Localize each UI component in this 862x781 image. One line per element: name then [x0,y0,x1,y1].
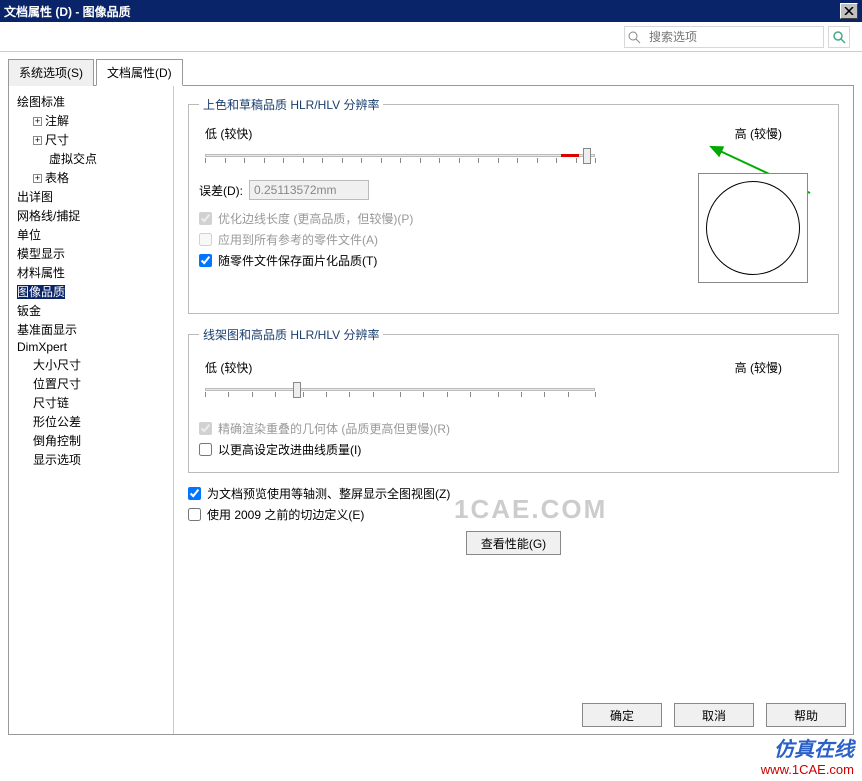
tree-display-opts[interactable]: 显示选项 [13,450,169,469]
chk-optimize-edge [199,212,212,225]
tab-system-options[interactable]: 系统选项(S) [8,59,94,86]
deviation-input [249,180,369,200]
body-panel: 绘图标准 +注解 +尺寸 虚拟交点 +表格 出详图 网格线/捕捉 单位 模型显示… [8,85,854,735]
help-button[interactable]: 帮助 [766,703,846,727]
tree-plane-display[interactable]: 基准面显示 [13,320,169,339]
tree-virtual-sharps[interactable]: 虚拟交点 [13,149,169,168]
close-icon [844,7,854,15]
chk-save-tessellation[interactable] [199,254,212,267]
slider2-high-label: 高 (较慢) [735,359,782,376]
tree-model-display[interactable]: 模型显示 [13,244,169,263]
tab-bar: 系统选项(S) 文档属性(D) [8,58,862,85]
view-performance-button[interactable]: 查看性能(G) [466,531,561,555]
category-tree[interactable]: 绘图标准 +注解 +尺寸 虚拟交点 +表格 出详图 网格线/捕捉 单位 模型显示… [9,86,174,734]
chk-pre2009-tangent[interactable] [188,508,201,521]
tree-size-dim[interactable]: 大小尺寸 [13,355,169,374]
tree-units[interactable]: 单位 [13,225,169,244]
preview-circle-icon [706,181,800,275]
slider2-thumb[interactable] [293,382,301,398]
content-pane: 1CAE.COM 上色和草稿品质 HLR/HLV 分辨率 低 (较快) 高 (较… [174,86,853,734]
tree-material-props[interactable]: 材料属性 [13,263,169,282]
ok-button[interactable]: 确定 [582,703,662,727]
wireframe-quality-slider[interactable] [205,378,595,400]
search-box[interactable] [624,26,824,48]
chk-precise-render [199,422,212,435]
window-title: 文档属性 (D) - 图像品质 [4,3,131,20]
wireframe-quality-group: 线架图和高品质 HLR/HLV 分辨率 低 (较快) 高 (较慢) 精确渲染重叠… [188,326,839,473]
magnifier-icon [832,30,846,44]
chk-isometric-preview[interactable] [188,487,201,500]
deviation-label: 误差(D): [199,182,243,199]
title-bar: 文档属性 (D) - 图像品质 [0,0,862,22]
wireframe-legend: 线架图和高品质 HLR/HLV 分辨率 [199,326,383,343]
slider2-low-label: 低 (较快) [205,359,252,376]
watermark-corner: 仿真在线 www.1CAE.com [753,729,862,781]
tree-image-quality[interactable]: 图像品质 [13,282,169,301]
tree-chamfer[interactable]: 倒角控制 [13,431,169,450]
chk-apply-all-parts [199,233,212,246]
close-button[interactable] [840,3,858,19]
tree-drafting-std[interactable]: 绘图标准 [13,92,169,111]
slider1-low-label: 低 (较快) [205,125,252,142]
toolbar [0,22,862,52]
tree-detailing[interactable]: 出详图 [13,187,169,206]
tree-grid-snap[interactable]: 网格线/捕捉 [13,206,169,225]
shaded-quality-group: 上色和草稿品质 HLR/HLV 分辨率 低 (较快) 高 (较慢) [188,96,839,314]
search-input[interactable] [645,30,823,44]
cancel-button[interactable]: 取消 [674,703,754,727]
slider1-thumb[interactable] [583,148,591,164]
tree-dimensions[interactable]: +尺寸 [13,130,169,149]
chk-improve-curves[interactable] [199,443,212,456]
tree-tables[interactable]: +表格 [13,168,169,187]
tree-dimxpert[interactable]: DimXpert [13,339,169,355]
shaded-quality-slider[interactable] [205,144,595,166]
tree-location-dim[interactable]: 位置尺寸 [13,374,169,393]
search-button[interactable] [828,26,850,48]
tree-geo-tol[interactable]: 形位公差 [13,412,169,431]
slider1-high-label: 高 (较慢) [735,125,782,142]
tree-chain-dim[interactable]: 尺寸链 [13,393,169,412]
dialog-buttons: 确定 取消 帮助 [582,703,846,727]
shaded-legend: 上色和草稿品质 HLR/HLV 分辨率 [199,96,383,113]
tree-annotations[interactable]: +注解 [13,111,169,130]
tab-document-properties[interactable]: 文档属性(D) [96,59,183,86]
tree-sheet-metal[interactable]: 钣金 [13,301,169,320]
search-icon [627,30,643,44]
preview-box [698,173,808,283]
